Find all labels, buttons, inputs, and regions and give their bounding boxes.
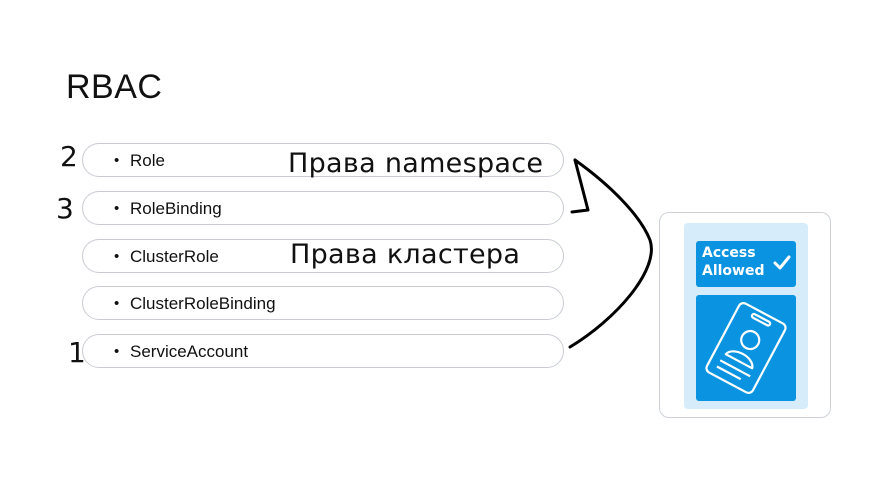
check-icon xyxy=(773,255,791,270)
access-card: Access Allowed xyxy=(659,212,831,418)
badge-line1: Access xyxy=(702,245,756,261)
badge-line2: Allowed xyxy=(702,263,765,279)
id-card-icon-block xyxy=(696,295,796,401)
access-card-panel: Access Allowed xyxy=(684,223,808,409)
id-card-icon xyxy=(705,302,787,394)
access-allowed-badge: Access Allowed xyxy=(696,241,796,287)
